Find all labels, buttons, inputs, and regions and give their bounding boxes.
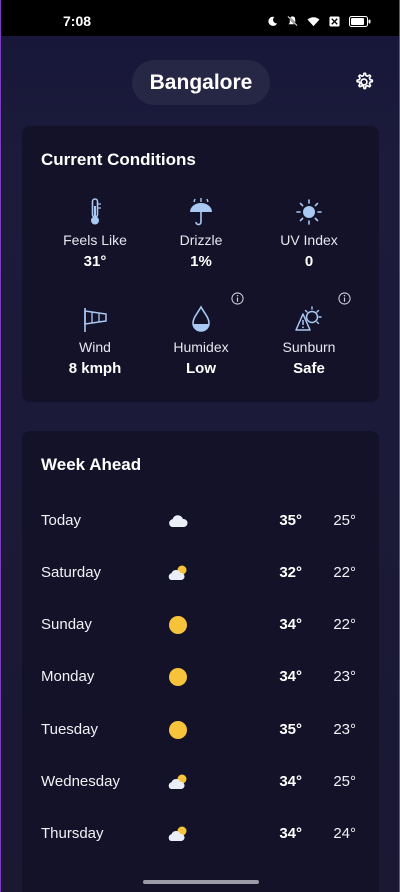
sunny-icon	[169, 721, 187, 739]
windsock-icon	[84, 308, 107, 332]
drizzle-value: 1%	[190, 253, 212, 270]
uv-index-tile: UV Index 0	[249, 196, 369, 270]
sunburn-value: Safe	[293, 360, 325, 377]
partly-cloudy-icon	[168, 565, 187, 580]
sim-icon	[329, 15, 340, 27]
humidex-tile: Humidex Low	[141, 303, 261, 377]
thermometer-icon	[91, 198, 101, 225]
moon-icon	[268, 16, 278, 26]
uv-index-label: UV Index	[280, 232, 338, 248]
forecast-row-monday[interactable]: Monday 34° 23°	[22, 662, 379, 692]
bell-off-icon	[287, 15, 298, 27]
forecast-low: 25°	[333, 512, 356, 529]
forecast-day: Today	[41, 512, 82, 529]
app-screen: 7:08 Bangalore Current Conditions Feels …	[0, 0, 400, 892]
forecast-row-thursday[interactable]: Thursday 34° 24°	[22, 819, 379, 849]
forecast-day: Wednesday	[41, 773, 120, 790]
forecast-low: 22°	[333, 564, 356, 581]
city-name: Bangalore	[149, 70, 253, 94]
humidex-value: Low	[186, 360, 216, 377]
forecast-row-tuesday[interactable]: Tuesday 35° 23°	[22, 715, 379, 745]
forecast-day: Sunday	[41, 616, 92, 633]
sunny-icon	[169, 668, 187, 686]
forecast-high: 34°	[279, 616, 302, 633]
forecast-row-sunday[interactable]: Sunday 34° 22°	[22, 610, 379, 640]
week-ahead-card: Week Ahead Today 35° 25° Saturday 32° 22…	[22, 431, 379, 892]
week-ahead-title: Week Ahead	[41, 455, 142, 474]
settings-gear-icon[interactable]	[353, 71, 375, 93]
forecast-low: 22°	[333, 616, 356, 633]
forecast-high: 34°	[279, 825, 302, 842]
sunny-icon	[169, 616, 187, 634]
forecast-high: 34°	[279, 773, 302, 790]
status-time: 7:08	[63, 13, 92, 29]
feels-like-tile: Feels Like 31°	[35, 196, 155, 270]
sunburn-tile: Sunburn Safe	[249, 303, 369, 377]
droplet-icon	[192, 305, 210, 332]
city-selector[interactable]: Bangalore	[132, 60, 270, 105]
forecast-high: 35°	[279, 721, 302, 738]
partly-cloudy-icon	[168, 826, 187, 841]
wind-value: 8 kmph	[68, 360, 122, 377]
drizzle-tile: Drizzle 1%	[141, 196, 261, 270]
sunburn-info-icon[interactable]	[338, 292, 351, 305]
sunburn-label: Sunburn	[282, 339, 336, 355]
forecast-low: 25°	[333, 773, 356, 790]
feels-like-label: Feels Like	[63, 232, 127, 248]
forecast-day: Monday	[41, 668, 95, 685]
sun-icon	[296, 199, 322, 225]
partly-cloudy-icon	[168, 774, 187, 789]
drizzle-label: Drizzle	[179, 232, 223, 248]
battery-icon	[349, 15, 371, 27]
forecast-row-saturday[interactable]: Saturday 32° 22°	[22, 558, 379, 588]
current-conditions-title: Current Conditions	[41, 150, 196, 169]
forecast-low: 23°	[333, 668, 356, 685]
wind-label: Wind	[79, 339, 111, 355]
home-indicator[interactable]	[143, 880, 259, 884]
forecast-row-wednesday[interactable]: Wednesday 34° 25°	[22, 767, 379, 797]
sunburn-warning-icon	[295, 306, 322, 331]
feels-like-value: 31°	[83, 253, 107, 270]
umbrella-rain-icon	[190, 198, 212, 226]
cloud-icon	[169, 515, 188, 527]
current-conditions-card: Current Conditions Feels Like 31° Drizzl…	[22, 126, 379, 402]
forecast-high: 34°	[279, 668, 302, 685]
forecast-day: Tuesday	[41, 721, 98, 738]
forecast-low: 24°	[333, 825, 356, 842]
forecast-day: Saturday	[41, 564, 102, 581]
uv-index-value: 0	[304, 253, 314, 270]
forecast-day: Thursday	[41, 825, 104, 842]
status-bar: 7:08	[1, 0, 399, 36]
status-icons	[267, 15, 371, 27]
forecast-row-today[interactable]: Today 35° 25°	[22, 506, 379, 536]
forecast-low: 23°	[333, 721, 356, 738]
wifi-icon	[307, 16, 320, 26]
forecast-high: 35°	[279, 512, 302, 529]
humidex-info-icon[interactable]	[231, 292, 244, 305]
wind-tile: Wind 8 kmph	[35, 303, 155, 377]
humidex-label: Humidex	[173, 339, 229, 355]
forecast-high: 32°	[279, 564, 302, 581]
